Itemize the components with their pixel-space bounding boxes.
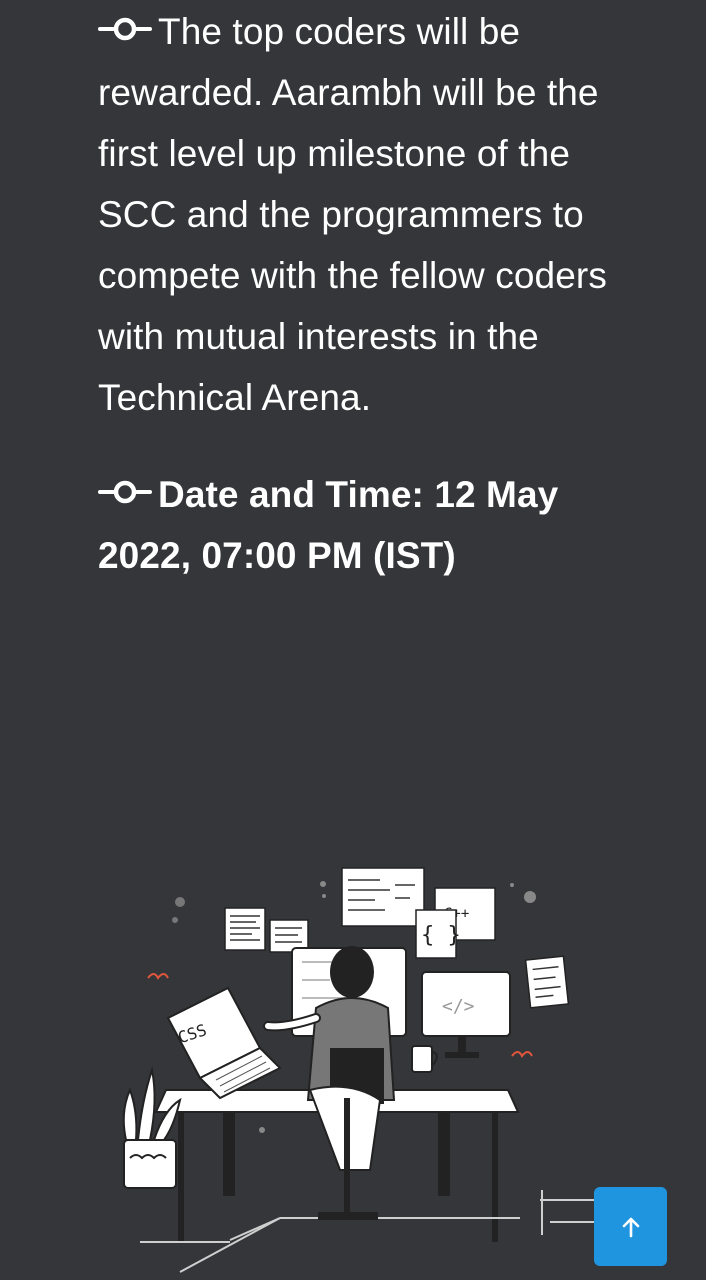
programmer-at-desk-illustration: C++ { } CSS	[122, 867, 600, 1273]
commit-icon	[98, 480, 152, 504]
svg-text:</>: </>	[442, 996, 475, 1017]
scroll-to-top-button[interactable]	[594, 1187, 667, 1266]
reward-text: The top coders will be rewarded. Aarambh…	[98, 11, 607, 418]
arrow-up-icon	[622, 1217, 639, 1237]
commit-icon	[98, 17, 152, 41]
page: The top coders will be rewarded. Aarambh…	[0, 0, 706, 1280]
svg-text:{ }: { }	[421, 923, 461, 948]
reward-paragraph: The top coders will be rewarded. Aarambh…	[98, 0, 618, 428]
datetime-text: Date and Time: 12 May 2022, 07:00 PM (IS…	[98, 474, 559, 576]
article-content: The top coders will be rewarded. Aarambh…	[98, 0, 618, 586]
datetime-paragraph: Date and Time: 12 May 2022, 07:00 PM (IS…	[98, 463, 618, 586]
